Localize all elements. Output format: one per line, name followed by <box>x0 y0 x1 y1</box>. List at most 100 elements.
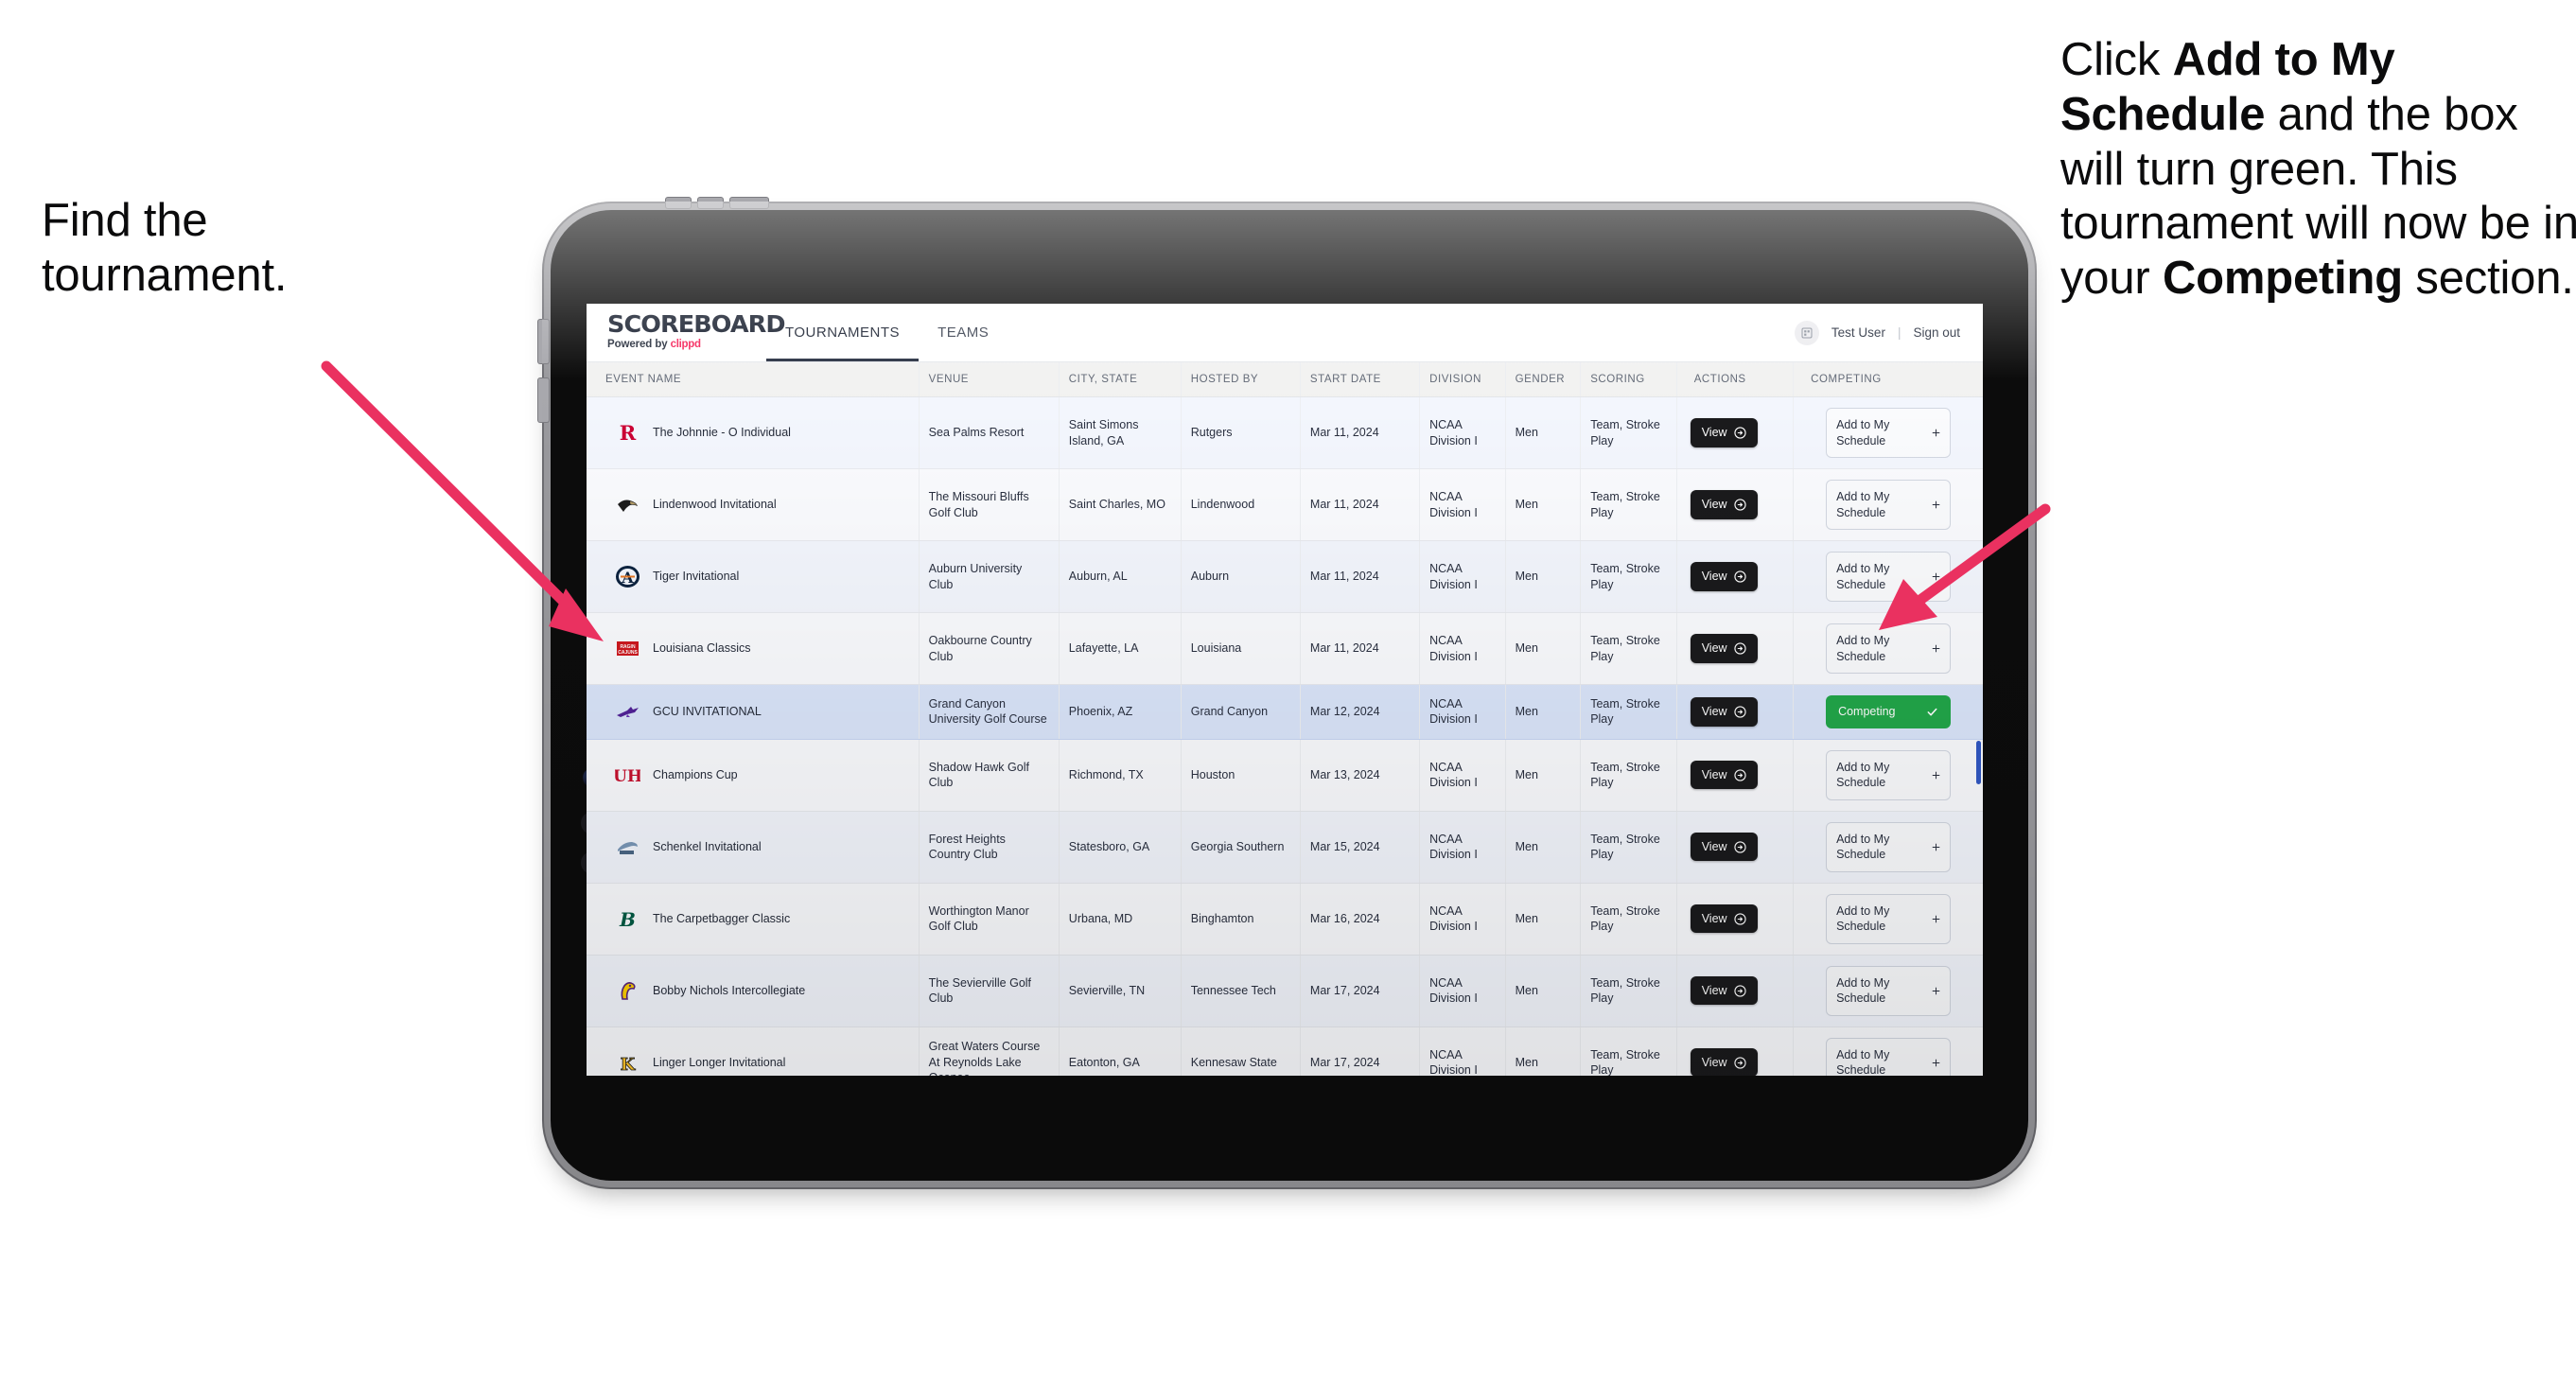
cell-event-name: A Tiger Invitational <box>587 540 920 613</box>
add-to-my-schedule-button[interactable]: Add to My Schedule <box>1826 623 1952 674</box>
event-name-label: Louisiana Classics <box>653 641 751 656</box>
col-gender[interactable]: GENDER <box>1505 362 1582 397</box>
table-row[interactable]: B The Carpetbagger Classic Worthington M… <box>587 883 1983 956</box>
avatar[interactable] <box>1794 320 1819 345</box>
arrow-circle-right-icon <box>1733 768 1746 781</box>
arrow-circle-right-icon <box>1733 1056 1746 1069</box>
competing-button[interactable]: Competing <box>1826 695 1952 728</box>
tab-teams[interactable]: TEAMS <box>919 304 1008 361</box>
view-button-label: View <box>1701 767 1727 781</box>
sign-out-link[interactable]: Sign out <box>1913 325 1960 340</box>
table-row[interactable]: A Tiger Invitational Auburn University C… <box>587 540 1983 613</box>
view-button[interactable]: View <box>1690 697 1758 727</box>
col-scoring[interactable]: SCORING <box>1580 362 1677 397</box>
table-row[interactable]: R The Johnnie - O Individual Sea Palms R… <box>587 396 1983 469</box>
col-division[interactable]: DIVISION <box>1419 362 1506 397</box>
view-button[interactable]: View <box>1690 832 1758 862</box>
add-to-my-schedule-button[interactable]: Add to My Schedule <box>1826 893 1952 944</box>
cell-venue: Great Waters Course At Reynolds Lake Oco… <box>919 1026 1060 1076</box>
col-venue[interactable]: VENUE <box>919 362 1060 397</box>
view-button[interactable]: View <box>1690 562 1758 591</box>
view-button-label: View <box>1701 911 1727 925</box>
georgia-southern-logo <box>615 834 640 860</box>
view-button[interactable]: View <box>1690 760 1758 790</box>
view-button[interactable]: View <box>1690 904 1758 934</box>
annotation-left-line-2: tournament. <box>42 249 288 301</box>
vertical-scrollbar-thumb[interactable] <box>1976 741 1981 784</box>
cell-competing: Add to My Schedule <box>1793 468 1983 541</box>
svg-text:B: B <box>619 908 636 931</box>
add-to-my-schedule-button[interactable]: Add to My Schedule <box>1826 480 1952 530</box>
svg-text:K: K <box>621 1055 637 1075</box>
cell-competing: Add to My Schedule <box>1793 396 1983 469</box>
table-row[interactable]: UH Champions Cup Shadow Hawk Golf Club R… <box>587 739 1983 812</box>
cell-start-date: Mar 11, 2024 <box>1300 612 1421 685</box>
add-to-my-schedule-label: Add to My Schedule <box>1836 1047 1890 1077</box>
cell-hosted-by: Kennesaw State <box>1181 1026 1301 1076</box>
arrow-circle-right-icon <box>1733 427 1746 439</box>
tab-tournaments[interactable]: TOURNAMENTS <box>766 304 920 361</box>
table-row[interactable]: GCU INVITATIONAL Grand Canyon University… <box>587 684 1983 740</box>
view-button[interactable]: View <box>1690 975 1758 1006</box>
add-to-my-schedule-button[interactable]: Add to My Schedule <box>1826 749 1952 800</box>
volume-down-button[interactable] <box>538 378 549 422</box>
add-to-my-schedule-label: Add to My Schedule <box>1836 760 1890 790</box>
view-button[interactable]: View <box>1690 1047 1758 1076</box>
cell-city-state: Lafayette, LA <box>1059 612 1182 685</box>
cell-competing: Add to My Schedule <box>1793 955 1983 1027</box>
cell-hosted-by: Louisiana <box>1181 612 1301 685</box>
cell-division: NCAA Division I <box>1419 468 1506 541</box>
cell-venue: Auburn University Club <box>919 540 1060 613</box>
table-row[interactable]: Schenkel Invitational Forest Heights Cou… <box>587 811 1983 884</box>
col-hosted-by[interactable]: HOSTED BY <box>1181 362 1301 397</box>
event-name-label: GCU INVITATIONAL <box>653 705 762 718</box>
cell-gender: Men <box>1505 396 1582 469</box>
tablet-device: SCOREBOARD Powered by clippd TOURNAMENTS… <box>538 198 2037 1189</box>
view-button-label: View <box>1701 641 1727 656</box>
houston-logo: UH <box>615 763 640 788</box>
cell-actions: View <box>1676 883 1795 956</box>
cell-hosted-by: Houston <box>1181 739 1301 812</box>
cell-event-name: R The Johnnie - O Individual <box>587 396 920 469</box>
volume-up-button[interactable] <box>538 320 549 363</box>
view-button[interactable]: View <box>1690 634 1758 663</box>
plus-icon <box>1932 644 1940 653</box>
table-row[interactable]: K Linger Longer Invitational Great Water… <box>587 1026 1983 1076</box>
cell-competing: Add to My Schedule <box>1793 1026 1983 1077</box>
tournaments-table-container[interactable]: EVENT NAME VENUE CITY, STATE HOSTED BY S… <box>587 362 1983 1076</box>
view-button[interactable]: View <box>1690 418 1758 447</box>
add-to-my-schedule-button[interactable]: Add to My Schedule <box>1826 821 1952 872</box>
cell-gender: Men <box>1505 883 1582 956</box>
cell-hosted-by: Grand Canyon <box>1181 684 1301 740</box>
binghamton-logo: B <box>615 906 640 932</box>
table-row[interactable]: Lindenwood Invitational The Missouri Blu… <box>587 468 1983 541</box>
annotation-right-seg5: section. <box>2403 253 2574 305</box>
cell-start-date: Mar 15, 2024 <box>1300 811 1421 884</box>
cell-gender: Men <box>1505 468 1582 541</box>
view-button[interactable]: View <box>1690 490 1758 519</box>
cell-gender: Men <box>1505 955 1582 1027</box>
cell-city-state: Auburn, AL <box>1059 540 1182 613</box>
add-to-my-schedule-button[interactable]: Add to My Schedule <box>1826 965 1952 1016</box>
view-button-label: View <box>1701 498 1727 512</box>
nav-tabs: TOURNAMENTS TEAMS <box>766 304 1008 361</box>
arrow-circle-right-icon <box>1733 499 1746 511</box>
device-button-top-3 <box>730 198 768 208</box>
col-city-state[interactable]: CITY, STATE <box>1059 362 1182 397</box>
cell-gender: Men <box>1505 739 1582 812</box>
add-to-my-schedule-button[interactable]: Add to My Schedule <box>1826 1037 1952 1077</box>
add-to-my-schedule-button[interactable]: Add to My Schedule <box>1826 552 1952 602</box>
app-header: SCOREBOARD Powered by clippd TOURNAMENTS… <box>587 304 1983 362</box>
check-icon <box>1927 708 1937 716</box>
add-to-my-schedule-button[interactable]: Add to My Schedule <box>1826 408 1952 458</box>
rutgers-logo: R <box>615 420 640 446</box>
col-start-date[interactable]: START DATE <box>1300 362 1421 397</box>
brand-logo[interactable]: SCOREBOARD Powered by clippd <box>587 304 786 361</box>
table-row[interactable]: Bobby Nichols Intercollegiate The Sevier… <box>587 955 1983 1027</box>
plus-icon <box>1932 915 1940 922</box>
table-row[interactable]: RAGIN CAJUNS Louisiana Classics Oakbourne… <box>587 612 1983 685</box>
add-to-my-schedule-label: Add to My Schedule <box>1836 634 1890 663</box>
cell-city-state: Eatonton, GA <box>1059 1026 1182 1076</box>
col-event-name[interactable]: EVENT NAME <box>587 362 920 397</box>
auburn-logo: A <box>615 564 640 589</box>
